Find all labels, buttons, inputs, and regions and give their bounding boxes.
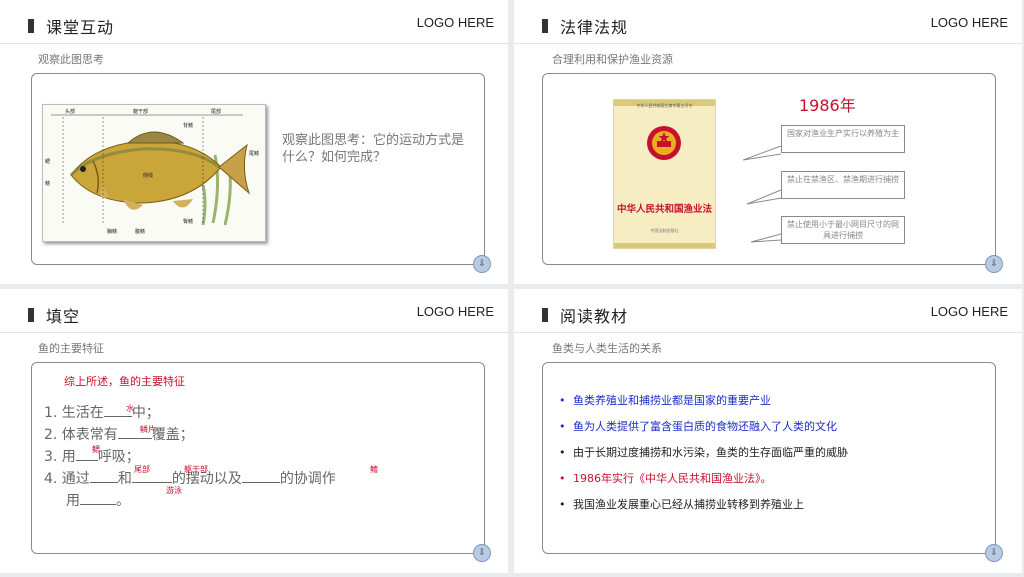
callout-closed-season: 禁止在禁渔区、禁渔期进行捕捞 <box>781 171 905 199</box>
callout-aquaculture: 国家对渔业生产实行以养殖为主 <box>781 125 905 153</box>
title-marker <box>542 19 548 33</box>
title-marker <box>28 308 34 322</box>
logo-text: LOGO HERE <box>930 304 1008 319</box>
logo-text: LOGO HERE <box>416 304 494 319</box>
answer-tail: 尾部 <box>134 465 150 474</box>
fishery-law-book-image: 中华人民共和国主席令第五号令 中华人民共和国渔业法 中国法制出版社 <box>613 99 716 249</box>
answer-gills: 鳃 <box>92 445 100 454</box>
slide-subtitle: 合理利用和保护渔业资源 <box>552 53 673 66</box>
slide-subtitle: 鱼类与人类生活的关系 <box>552 342 662 355</box>
header-divider <box>0 43 508 44</box>
speaker-note-icon[interactable]: ⇩ <box>985 255 1003 273</box>
fish-diagram-image: 头部 躯干部 尾部 鳃 鳍 侧线 背鳍 胸鳍 腹鳍 臀鳍 尾鳍 <box>42 104 266 242</box>
logo-text: LOGO HERE <box>416 15 494 30</box>
summary-heading: 综上所述，鱼的主要特征 <box>64 375 185 388</box>
fish-label-gill: 鳃 <box>45 158 50 165</box>
speaker-note-icon[interactable]: ⇩ <box>473 544 491 562</box>
fish-label-tail: 尾部 <box>211 108 221 115</box>
question-text: 观察此图思考：它的运动方式是什么？如何完成？ <box>282 133 465 165</box>
slide-subtitle: 观察此图思考 <box>38 53 104 66</box>
blank-item-2: 2. 体表常有 覆盖； <box>44 423 336 445</box>
answer-water: 水 <box>126 404 134 413</box>
content-panel: • 鱼类养殖业和捕捞业都是国家的重要产业 • 鱼为人类提供了富含蛋白质的食物还融入了… <box>542 362 996 554</box>
slide-reading-material[interactable]: 阅读教材 LOGO HERE 鱼类与人类生活的关系 • 鱼类养殖业和捕捞业都是国家… <box>514 289 1022 573</box>
fish-label-lateral-line: 侧线 <box>143 172 153 179</box>
speaker-note-icon[interactable]: ⇩ <box>985 544 1003 562</box>
fish-label-dorsal-fin: 背鳍 <box>183 122 193 129</box>
fish-label-tail-fin: 尾鳍 <box>249 150 259 157</box>
book-header-text: 中华人民共和国主席令第五号令 <box>636 103 693 108</box>
fill-blank-list: 1. 生活在 中； 2. 体表常有 覆盖； 3. 用呼吸； 4. 通过和的摆动以及的… <box>44 401 336 511</box>
blank-item-4-cont: 用。 <box>44 489 336 511</box>
fish-label-pectoral-fin: 胸鳍 <box>107 228 117 235</box>
answer-swimming: 游泳 <box>166 486 182 495</box>
slide-fill-blank[interactable]: 填空 LOGO HERE 鱼的主要特征 综上所述，鱼的主要特征 1. 生活在 中；… <box>0 289 508 573</box>
fish-label-head: 头部 <box>65 108 75 115</box>
year-heading: 1986年 <box>799 96 856 115</box>
answer-scales: 鳞片 <box>140 425 156 434</box>
fish-label-fin: 鳍 <box>45 180 50 187</box>
blank-item-1: 1. 生活在 中； <box>44 401 336 423</box>
national-emblem-icon <box>647 126 681 160</box>
answer-trunk: 躯干部 <box>184 465 208 474</box>
slide-class-interaction[interactable]: 课堂互动 LOGO HERE 观察此图思考 头部 躯干部 尾部 鳃 鳍 侧线 背… <box>0 0 508 284</box>
content-panel: 综上所述，鱼的主要特征 1. 生活在 中； 2. 体表常有 覆盖； 3. 用呼吸； … <box>31 362 485 554</box>
slide-subtitle: 鱼的主要特征 <box>38 342 104 355</box>
fish-label-anal-fin: 臀鳍 <box>183 218 193 225</box>
header-divider <box>0 332 508 333</box>
bullet-item-5: • 我国渔业发展重心已经从捕捞业转移到养殖业上 <box>559 498 804 511</box>
logo-text: LOGO HERE <box>930 15 1008 30</box>
bullet-item-4: • 1986年实行《中华人民共和国渔业法》。 <box>559 472 772 485</box>
slide-laws-regulations[interactable]: 法律法规 LOGO HERE 合理利用和保护渔业资源 中华人民共和国主席令第五号… <box>514 0 1022 284</box>
header-divider <box>514 43 1022 44</box>
slide-title: 阅读教材 <box>560 307 629 326</box>
slide-title: 填空 <box>46 307 81 326</box>
bullet-item-3: • 由于长期过度捕捞和水污染，鱼类的生存面临严重的威胁 <box>559 446 848 459</box>
title-marker <box>542 308 548 322</box>
slide-title: 课堂互动 <box>46 18 115 37</box>
book-bottom-band <box>614 243 715 248</box>
bullet-item-2: • 鱼为人类提供了富含蛋白质的食物还融入了人类的文化 <box>559 420 837 433</box>
slide-title: 法律法规 <box>560 18 629 37</box>
book-publisher: 中国法制出版社 <box>650 228 679 233</box>
callout-mesh-size: 禁止使用小于最小网目尺寸的网具进行捕捞 <box>781 216 905 244</box>
speaker-note-icon[interactable]: ⇩ <box>473 255 491 273</box>
content-panel: 中华人民共和国主席令第五号令 中华人民共和国渔业法 中国法制出版社 1986年 … <box>542 73 996 265</box>
fish-label-pelvic-fin: 腹鳍 <box>135 228 145 235</box>
fish-illustration: 头部 躯干部 尾部 鳃 鳍 侧线 背鳍 胸鳍 腹鳍 臀鳍 尾鳍 <box>43 105 265 241</box>
blank-4a[interactable] <box>89 467 118 483</box>
content-panel: 头部 躯干部 尾部 鳃 鳍 侧线 背鳍 胸鳍 腹鳍 臀鳍 尾鳍 观察此图思考：它… <box>31 73 485 265</box>
title-marker <box>28 19 34 33</box>
blank-4c[interactable] <box>241 467 280 483</box>
bullet-item-1: • 鱼类养殖业和捕捞业都是国家的重要产业 <box>559 394 771 407</box>
fish-label-trunk: 躯干部 <box>133 108 148 115</box>
book-title: 中华人民共和国渔业法 <box>616 204 712 215</box>
answer-fins: 鳍 <box>370 465 378 474</box>
header-divider <box>514 332 1022 333</box>
blank-4d[interactable] <box>80 489 116 505</box>
